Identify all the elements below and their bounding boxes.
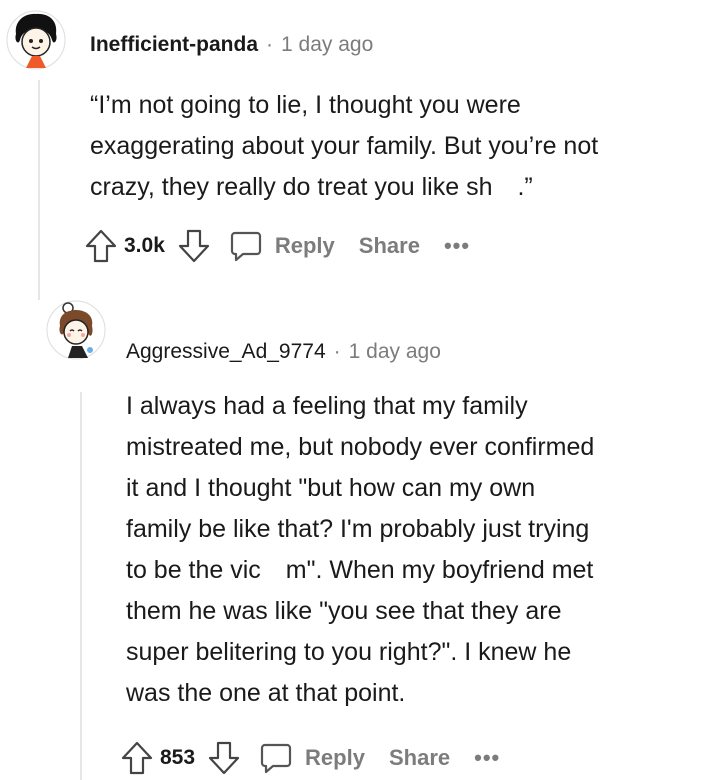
separator: · [333, 340, 341, 363]
avatar[interactable] [46, 300, 106, 360]
reply-label: Reply [305, 745, 365, 770]
comment-body: I always had a feeling that my family mi… [126, 392, 595, 707]
comment-header: Aggressive_Ad_9774 · 1 day ago [126, 340, 441, 364]
reply-button[interactable]: Reply [259, 741, 365, 775]
more-options-icon[interactable]: ••• [474, 745, 500, 771]
thread-line[interactable] [80, 392, 82, 780]
comment: Aggressive_Ad_9774 · 1 day ago I always … [0, 0, 710, 780]
username[interactable]: Aggressive_Ad_9774 [126, 340, 326, 364]
downvote-icon[interactable] [207, 740, 241, 776]
share-button[interactable]: Share [389, 745, 450, 771]
vote-score: 853 [160, 746, 196, 769]
timestamp[interactable]: 1 day ago [349, 340, 441, 364]
comment-actions: 853 Reply Share ••• [120, 740, 500, 776]
upvote-icon[interactable] [120, 740, 154, 776]
chat-bubble-icon [259, 741, 293, 775]
